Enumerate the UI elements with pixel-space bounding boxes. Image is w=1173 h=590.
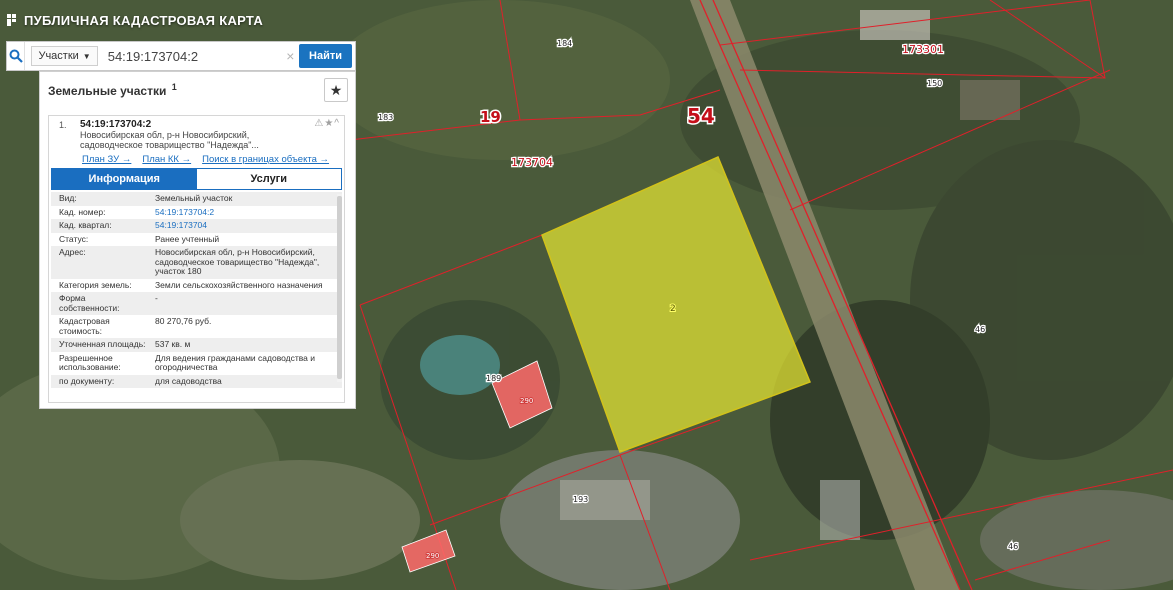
find-button[interactable]: Найти <box>299 44 352 68</box>
app-title: ПУБЛИЧНАЯ КАДАСТРОВАЯ КАРТА <box>24 12 264 28</box>
prop-label: по документу: <box>59 375 115 386</box>
prop-label: Уточненная площадь: <box>59 339 146 349</box>
result-address-line1: Новосибирская обл, р-н Новосибирский, <box>80 130 250 140</box>
parcel-label-46b: 46 <box>1008 542 1018 551</box>
prop-value: для садоводства <box>155 375 222 386</box>
prop-label: Вид: <box>59 193 77 203</box>
favorite-star-icon[interactable]: ★ <box>324 78 348 102</box>
object-type-select[interactable]: Участки ▼ <box>31 46 98 66</box>
chevron-down-icon: ▼ <box>82 51 91 61</box>
prop-label: Категория земель: <box>59 279 132 290</box>
prop-value: 537 кв. м <box>155 339 191 349</box>
panel-title: Земельные участки 1 <box>48 82 177 98</box>
panel-title-text: Земельные участки <box>48 84 167 98</box>
prop-row-area: Уточненная площадь: 537 кв. м <box>51 338 342 352</box>
parcel-label-189: 189 <box>486 374 501 383</box>
prop-value-link[interactable]: 54:19:173704:2 <box>147 206 342 220</box>
prop-value: 80 270,76 руб. <box>155 316 212 326</box>
prop-value: Земли сельскохозяйственного назначения <box>155 279 323 290</box>
prop-value: Для ведения гражданами садоводства и ого… <box>155 352 316 372</box>
plan-zu-link[interactable]: План ЗУ → <box>82 154 131 165</box>
panel-header: Земельные участки 1 ★ <box>40 72 355 108</box>
prop-value: Земельный участок <box>155 193 233 203</box>
prop-label: Разрешенное использование: <box>59 352 121 372</box>
results-panel: Земельные участки 1 ★ 1. 54:19:173704:2 … <box>39 71 356 409</box>
district-label: 19 <box>480 108 501 126</box>
prop-value: Ранее учтенный <box>155 233 220 244</box>
prop-row-type: Вид: Земельный участок <box>51 192 342 206</box>
chevron-up-icon[interactable]: ^ <box>334 118 340 129</box>
selected-parcel-label: 2 <box>670 304 676 314</box>
object-type-label: Участки <box>38 50 79 62</box>
parcel-label-183: 183 <box>378 113 393 122</box>
parcel-label-290-lower: 290 <box>426 552 439 560</box>
prop-value: - <box>155 293 158 303</box>
prop-label: Кад. квартал: <box>59 220 112 230</box>
prop-row-ownership: Форма собственности: - <box>51 292 342 315</box>
parcel-label-46a: 46 <box>975 325 985 334</box>
search-in-bounds-link[interactable]: Поиск в границах объекта → <box>202 154 329 165</box>
card-actions: ⚠★^ <box>314 118 340 129</box>
logo-icon <box>7 14 16 26</box>
prop-label: Кадастровая стоимость: <box>59 316 110 336</box>
search-input[interactable] <box>97 42 286 70</box>
prop-row-address: Адрес: Новосибирская обл, р-н Новосибирс… <box>51 246 342 279</box>
quarter-ne-label: 173301 <box>902 43 944 56</box>
prop-row-permitted-use: Разрешенное использование: Для ведения г… <box>51 351 342 375</box>
quarter-label: 173704 <box>511 156 553 169</box>
prop-label: Форма собственности: <box>59 293 120 313</box>
prop-row-category: Категория земель: Земли сельскохозяйстве… <box>51 278 342 292</box>
results-count: 1 <box>171 82 177 92</box>
prop-value: Новосибирская обл, р-н Новосибирский, са… <box>155 247 320 276</box>
star-icon[interactable]: ★ <box>324 118 334 129</box>
prop-value-link[interactable]: 54:19:173704 <box>147 219 342 233</box>
prop-label: Адрес: <box>59 247 86 257</box>
parcel-label-184: 184 <box>557 39 572 48</box>
tabs: Информация Услуги <box>51 168 342 190</box>
prop-row-cad-number: Кад. номер: 54:19:173704:2 <box>51 205 342 220</box>
properties-table: Вид: Земельный участок Кад. номер: 54:19… <box>51 192 342 399</box>
parcel-label-290-upper: 290 <box>520 397 533 405</box>
result-card: 1. 54:19:173704:2 Новосибирская обл, р-н… <box>48 115 345 403</box>
tab-services[interactable]: Услуги <box>196 169 341 189</box>
card-links: План ЗУ → План КК → Поиск в границах объ… <box>82 154 329 165</box>
warning-icon[interactable]: ⚠ <box>314 118 324 129</box>
region-label: 54 <box>687 104 715 128</box>
plan-kk-link[interactable]: План КК → <box>142 154 191 165</box>
prop-label: Кад. номер: <box>59 206 106 217</box>
tab-info[interactable]: Информация <box>52 169 197 189</box>
prop-label: Статус: <box>59 233 89 244</box>
search-icon[interactable] <box>7 42 26 70</box>
parcel-label-150: 150 <box>927 79 942 88</box>
scrollbar-thumb[interactable] <box>337 196 342 379</box>
result-index: 1. <box>59 120 67 130</box>
prop-row-cad-quarter: Кад. квартал: 54:19:173704 <box>51 219 342 233</box>
app-header: ПУБЛИЧНАЯ КАДАСТРОВАЯ КАРТА <box>0 0 386 40</box>
search-bar: Участки ▼ × Найти <box>6 41 356 71</box>
result-address: Новосибирская обл, р-н Новосибирский, са… <box>80 130 280 150</box>
result-address-line2: садоводческое товарищество "Надежда"... <box>80 140 259 150</box>
prop-row-status: Статус: Ранее учтенный <box>51 232 342 246</box>
clear-icon[interactable]: × <box>286 48 295 64</box>
prop-row-cadastral-value: Кадастровая стоимость: 80 270,76 руб. <box>51 315 342 338</box>
prop-row-by-document: по документу: для садоводства <box>51 374 342 388</box>
parcel-label-193: 193 <box>573 495 588 504</box>
result-cadastral-number[interactable]: 54:19:173704:2 <box>80 119 151 130</box>
